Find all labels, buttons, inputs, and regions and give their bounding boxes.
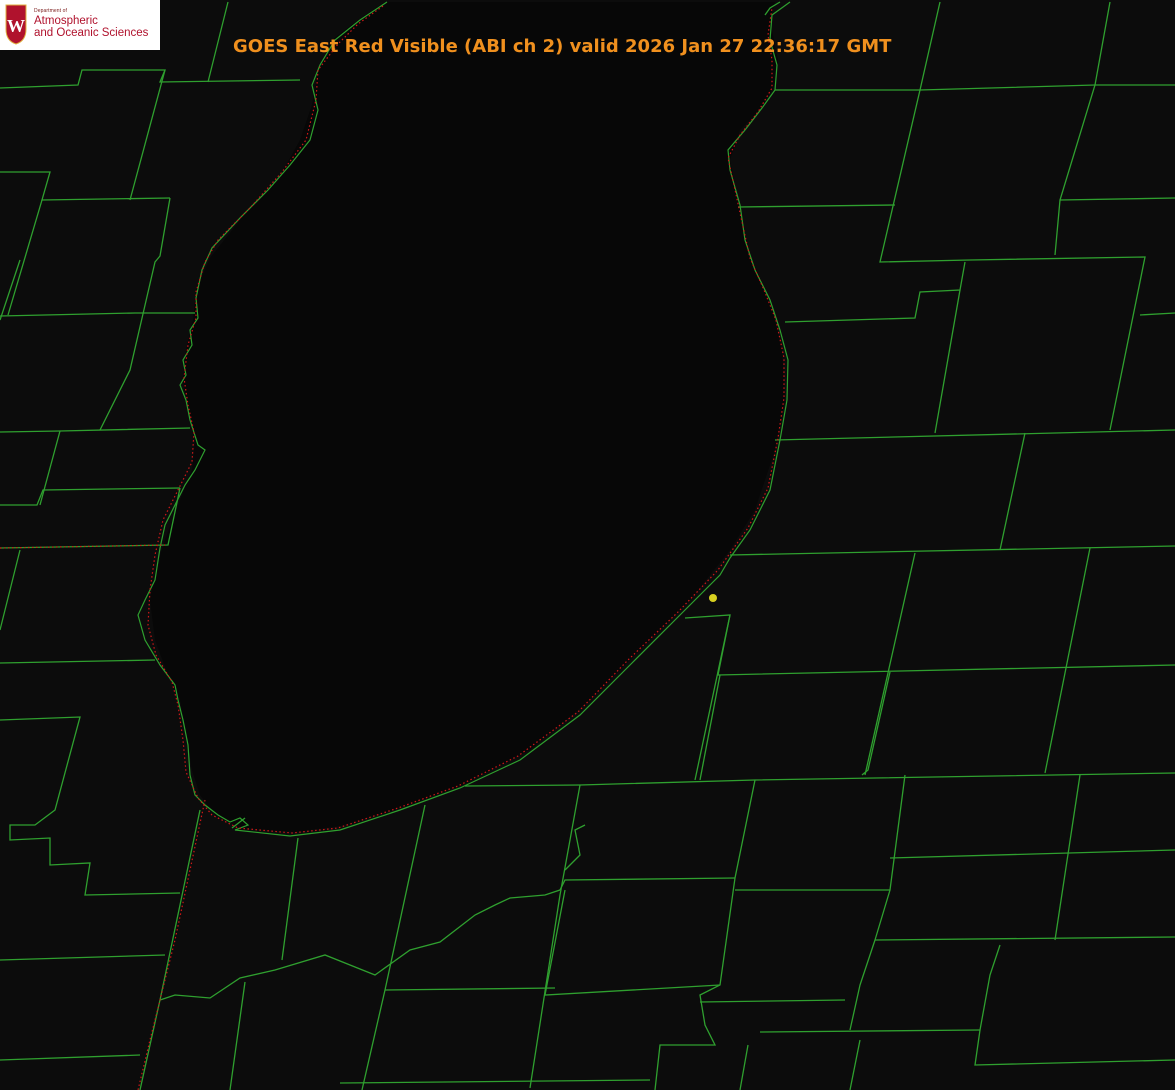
satellite-image: W Department of Atmospheric and Oceanic …	[0, 0, 1175, 1090]
image-title: GOES East Red Visible (ABI ch 2) valid 2…	[233, 36, 892, 57]
lake-water	[150, 2, 785, 832]
map-canvas	[0, 1, 1175, 1090]
uw-crest-icon: W	[5, 4, 27, 45]
location-marker	[709, 594, 717, 602]
department-logo: W Department of Atmospheric and Oceanic …	[0, 0, 160, 50]
logo-title-line1: Atmospheric	[34, 15, 98, 27]
svg-text:W: W	[7, 16, 25, 36]
logo-department-text: Department of	[34, 8, 67, 14]
logo-title-line2: and Oceanic Sciences	[34, 27, 149, 39]
